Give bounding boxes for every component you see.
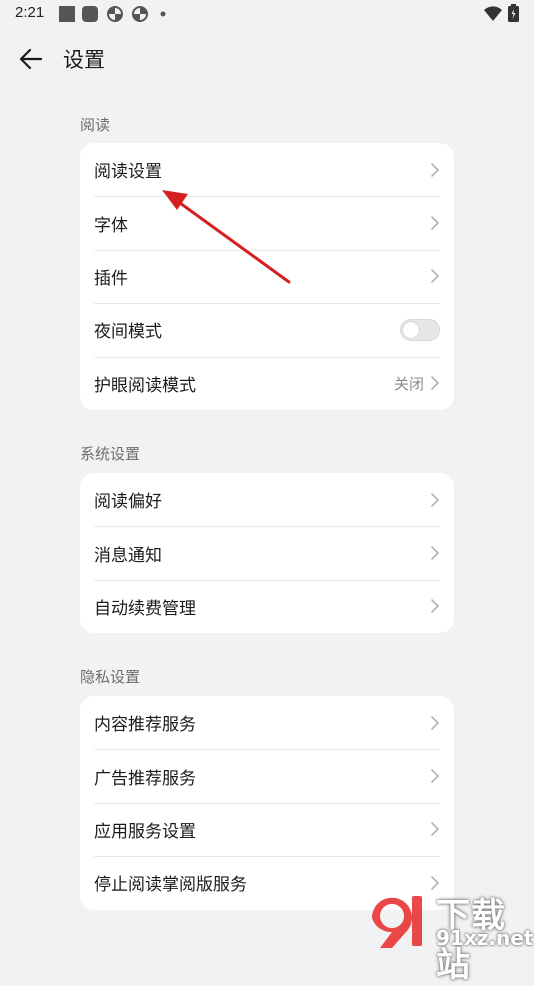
row-label: 插件 [94, 268, 128, 289]
chevron-right-icon [431, 492, 440, 507]
chevron-right-icon [431, 599, 440, 614]
chevron-right-icon [431, 769, 440, 783]
row-label: 阅读设置 [94, 162, 162, 183]
notifications-item[interactable]: 消息通知 [80, 526, 454, 579]
chevron-right-icon [431, 376, 440, 391]
watermark: 下载站 91xz.net [362, 888, 534, 985]
chevron-right-icon [431, 546, 440, 560]
reading-card: 阅读设置 字体 插件 夜间模式 护眼阅读模式 关闭 [80, 143, 454, 410]
rounded-square-icon [82, 6, 98, 22]
status-bar: 2:21 [0, 0, 534, 30]
app-bar: 设置 [0, 38, 534, 82]
row-label: 内容推荐服务 [94, 715, 196, 736]
chevron-right-icon [431, 269, 440, 284]
arrow-left-icon[interactable] [16, 44, 46, 74]
watermark-text-bottom: 91xz.net [436, 926, 534, 950]
section-label-reading: 阅读 [80, 116, 111, 134]
watermark-logo-icon [371, 896, 422, 948]
font-item[interactable]: 字体 [80, 196, 454, 249]
chevron-right-icon [431, 715, 440, 730]
ad-recommendation-item[interactable]: 广告推荐服务 [80, 749, 454, 802]
square-icon [59, 6, 75, 22]
plugins-item[interactable]: 插件 [80, 249, 454, 303]
chevron-right-icon [431, 822, 440, 837]
section-label-system: 系统设置 [80, 445, 141, 463]
night-mode-toggle[interactable] [400, 318, 440, 341]
system-card: 阅读偏好 消息通知 自动续费管理 [80, 473, 454, 634]
pinwheel-icon [107, 6, 123, 22]
chevron-right-icon [431, 162, 440, 177]
row-label: 自动续费管理 [94, 598, 196, 619]
row-label: 阅读偏好 [94, 492, 162, 513]
app-service-settings-item[interactable]: 应用服务设置 [80, 802, 454, 856]
page-title: 设置 [63, 48, 105, 72]
status-time: 2:21 [15, 4, 45, 21]
row-label: 夜间模式 [94, 322, 162, 343]
row-label: 字体 [94, 215, 128, 236]
eye-protection-item[interactable]: 护眼阅读模式 关闭 [80, 356, 454, 410]
auto-renewal-item[interactable]: 自动续费管理 [80, 579, 454, 633]
row-label: 广告推荐服务 [94, 768, 196, 789]
reading-preferences-item[interactable]: 阅读偏好 [80, 473, 454, 526]
battery-icon [508, 4, 519, 22]
row-label: 护眼阅读模式 [94, 375, 196, 396]
privacy-card: 内容推荐服务 广告推荐服务 应用服务设置 停止阅读掌阅版服务 [80, 696, 454, 910]
content-recommendation-item[interactable]: 内容推荐服务 [80, 696, 454, 749]
reading-settings-item[interactable]: 阅读设置 [80, 143, 454, 196]
section-label-privacy: 隐私设置 [80, 668, 141, 686]
pinwheel-icon [132, 6, 148, 22]
dot-icon [160, 11, 166, 17]
eye-protection-value: 关闭 [393, 374, 424, 393]
row-label: 消息通知 [94, 545, 162, 566]
row-label: 应用服务设置 [94, 821, 196, 842]
wifi-icon [484, 6, 502, 21]
chevron-right-icon [431, 216, 440, 230]
night-mode-item: 夜间模式 [80, 303, 454, 356]
toggle-knob [403, 321, 419, 338]
